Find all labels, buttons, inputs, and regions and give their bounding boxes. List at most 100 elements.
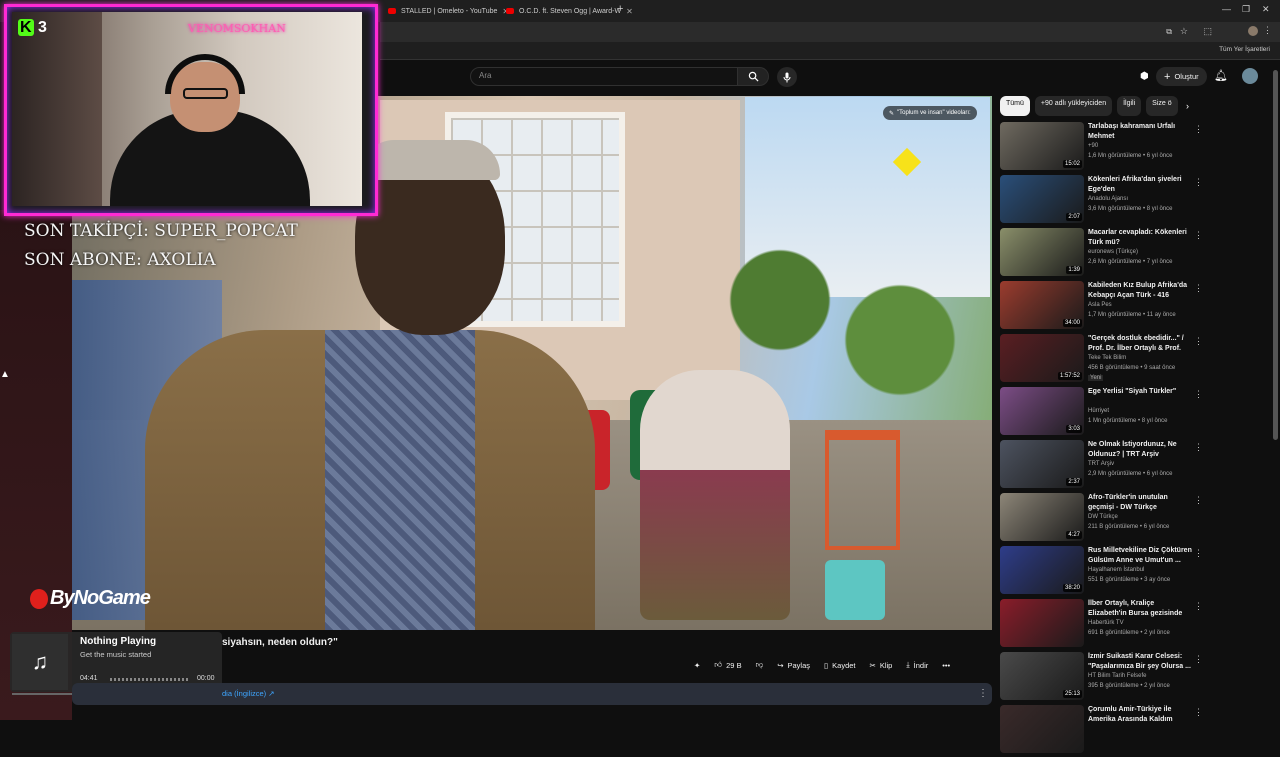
- video-thumbnail[interactable]: 2:07: [1000, 175, 1084, 223]
- save-button[interactable]: ▯ Kaydet: [820, 661, 860, 670]
- recommendation-title[interactable]: Rus Milletvekiline Diz Çöktüren Gülsüm A…: [1088, 546, 1192, 566]
- recommendation-title[interactable]: Macarlar cevapladı: Kökenleri Türk mü?: [1088, 228, 1192, 248]
- share-button[interactable]: ↪ Paylaş: [773, 661, 814, 670]
- cast-icon[interactable]: ⬢: [1140, 71, 1149, 82]
- voice-search-button[interactable]: [777, 67, 797, 87]
- maximize-icon[interactable]: ❐: [1242, 4, 1250, 15]
- recommendation-item[interactable]: 2:07 Kökenleri Afrika'dan şiveleri Ege'de…: [1000, 175, 1203, 227]
- video-thumbnail[interactable]: 25:13: [1000, 652, 1084, 700]
- more-options-icon[interactable]: ⋮: [1194, 336, 1203, 347]
- recommendation-item[interactable]: 38:20 Rus Milletvekiline Diz Çöktüren Gül…: [1000, 546, 1203, 598]
- recommendation-item[interactable]: Çorumlu Amir-Türkiye ile Amerika Arasınd…: [1000, 705, 1203, 757]
- search-button[interactable]: [737, 67, 769, 86]
- recommendation-channel[interactable]: TRT Arşiv: [1088, 461, 1114, 467]
- recommendation-title[interactable]: Tarlabaşı kahramanı Urfalı Mehmet: [1088, 122, 1192, 142]
- recommendation-item[interactable]: 34:00 Kabileden Kız Bulup Afrika'da Kebap…: [1000, 281, 1203, 333]
- recommendation-item[interactable]: 1:57:52 "Gerçek dostluk ebedidir..." / Pr…: [1000, 334, 1203, 386]
- video-description[interactable]: [72, 683, 992, 705]
- recommendation-item[interactable]: 4:27 Afro-Türkler'in unutulan geçmişi - D…: [1000, 493, 1203, 545]
- video-thumbnail[interactable]: 34:00: [1000, 281, 1084, 329]
- video-thumbnail[interactable]: 15:02: [1000, 122, 1084, 170]
- more-options-icon[interactable]: ⋮: [1194, 230, 1203, 241]
- video-title: siyahsın, neden oldun?": [222, 637, 338, 648]
- recommendation-channel[interactable]: Hayalhanem İstanbul: [1088, 567, 1144, 573]
- more-options-icon[interactable]: ⋮: [1194, 442, 1203, 453]
- last-subscriber: SON ABONE: AXOLIA: [24, 250, 216, 270]
- like-button[interactable]: 👍︎ 29 B: [710, 660, 745, 670]
- recommendation-channel[interactable]: euronews (Türkçe): [1088, 249, 1138, 255]
- ai-icon[interactable]: ✦: [690, 661, 704, 670]
- recommendation-item[interactable]: 1:39 Macarlar cevapladı: Kökenleri Türk m…: [1000, 228, 1203, 280]
- account-avatar[interactable]: [1242, 68, 1258, 84]
- chevron-right-icon[interactable]: ›: [1186, 101, 1189, 111]
- video-thumbnail[interactable]: 1:57:52: [1000, 334, 1084, 382]
- close-window-icon[interactable]: ✕: [1262, 4, 1270, 15]
- chip-for-you[interactable]: Size ö: [1146, 96, 1178, 116]
- browser-tab[interactable]: STALLED | Omeleto - YouTube ✕: [380, 2, 517, 20]
- chip-all[interactable]: Tümü: [1000, 96, 1030, 116]
- recommendation-item[interactable]: 3:03 Ege Yerlisi "Siyah Türkler" Hürriyet 1…: [1000, 387, 1203, 439]
- notifications-icon[interactable]: 🔔︎: [1214, 69, 1228, 82]
- more-options-icon[interactable]: ⋮: [1194, 495, 1203, 506]
- more-actions-icon[interactable]: •••: [938, 661, 954, 670]
- description-link[interactable]: dia (İngilizce) ↗: [222, 689, 275, 698]
- recommendation-item[interactable]: İlber Ortaylı, Kraliçe Elizabeth'in Burs…: [1000, 599, 1203, 651]
- recommendation-item[interactable]: 15:02 Tarlabaşı kahramanı Urfalı Mehmet +9…: [1000, 122, 1203, 174]
- recommendation-item[interactable]: 2:37 Ne Olmak İstiyordunuz, Ne Oldunuz? |…: [1000, 440, 1203, 492]
- search-input[interactable]: Ara: [470, 67, 738, 86]
- video-thumbnail[interactable]: 38:20: [1000, 546, 1084, 594]
- dislike-button[interactable]: 👎︎: [752, 660, 768, 670]
- video-thumbnail[interactable]: 2:37: [1000, 440, 1084, 488]
- new-badge: Yeni: [1088, 375, 1104, 381]
- recommendation-title[interactable]: Afro-Türkler'in unutulan geçmişi - DW Tü…: [1088, 493, 1192, 513]
- more-options-icon[interactable]: ⋮: [1194, 177, 1203, 188]
- video-thumbnail[interactable]: 4:27: [1000, 493, 1084, 541]
- recommendation-title[interactable]: Ege Yerlisi "Siyah Türkler": [1088, 387, 1192, 397]
- more-options-icon[interactable]: ⋮: [1194, 124, 1203, 135]
- cast-icon[interactable]: ⧉: [1166, 27, 1172, 37]
- minimize-icon[interactable]: —: [1222, 4, 1231, 14]
- create-button[interactable]: + Oluştur: [1156, 67, 1207, 86]
- description-more-icon[interactable]: ⋮: [978, 688, 988, 699]
- extensions-icon[interactable]: ⬚: [1203, 26, 1212, 37]
- recommendation-title[interactable]: İzmir Suikasti Karar Celsesi: "Paşalarım…: [1088, 652, 1192, 672]
- recommendation-title[interactable]: Çorumlu Amir-Türkiye ile Amerika Arasınd…: [1088, 705, 1192, 725]
- recommendation-title[interactable]: Kabileden Kız Bulup Afrika'da Kebapçı Aç…: [1088, 281, 1192, 301]
- star-icon[interactable]: ☆: [1180, 26, 1188, 37]
- video-thumbnail[interactable]: 1:39: [1000, 228, 1084, 276]
- recommendation-title[interactable]: İlber Ortaylı, Kraliçe Elizabeth'in Burs…: [1088, 599, 1192, 619]
- download-button[interactable]: ⤓ İndir: [902, 660, 932, 670]
- recommendation-channel[interactable]: +90: [1088, 143, 1098, 149]
- video-thumbnail[interactable]: 3:03: [1000, 387, 1084, 435]
- video-thumbnail[interactable]: [1000, 705, 1084, 753]
- video-info-chip[interactable]: ✎ "Toplum ve insan" videoları:: [883, 106, 977, 120]
- address-bar[interactable]: ⧉ ☆ ⬚ ⋮: [380, 22, 1280, 42]
- recommendation-channel[interactable]: HT Bilim Tarih Felsefe: [1088, 673, 1146, 679]
- recommendation-channel[interactable]: DW Türkçe: [1088, 514, 1118, 520]
- recommendation-item[interactable]: 25:13 İzmir Suikasti Karar Celsesi: "Paşa…: [1000, 652, 1203, 704]
- recommendation-title[interactable]: Kökenleri Afrika'dan şiveleri Ege'den: [1088, 175, 1192, 195]
- recommendation-title[interactable]: Ne Olmak İstiyordunuz, Ne Oldunuz? | TRT…: [1088, 440, 1192, 460]
- recommendation-channel[interactable]: Habertürk TV: [1088, 620, 1124, 626]
- more-options-icon[interactable]: ⋮: [1194, 707, 1203, 718]
- new-tab-button[interactable]: +: [617, 3, 623, 15]
- all-bookmarks[interactable]: Tüm Yer İşaretleri: [1219, 46, 1270, 53]
- recommendation-title[interactable]: "Gerçek dostluk ebedidir..." / Prof. Dr.…: [1088, 334, 1192, 354]
- recommendation-channel[interactable]: Teke Tek Bilim: [1088, 355, 1126, 361]
- chip-uploader[interactable]: +90 adlı yükleyiciden: [1034, 96, 1113, 116]
- video-thumbnail[interactable]: [1000, 599, 1084, 647]
- close-icon[interactable]: ✕: [626, 7, 633, 16]
- recommendation-channel[interactable]: Anadolu Ajansı: [1088, 196, 1128, 202]
- more-options-icon[interactable]: ⋮: [1194, 548, 1203, 559]
- more-options-icon[interactable]: ⋮: [1194, 283, 1203, 294]
- scrollbar[interactable]: [1273, 70, 1278, 440]
- menu-icon[interactable]: ⋮: [1263, 25, 1272, 36]
- more-options-icon[interactable]: ⋮: [1194, 601, 1203, 612]
- clip-button[interactable]: ✂ Klip: [866, 661, 897, 670]
- more-options-icon[interactable]: ⋮: [1194, 654, 1203, 665]
- recommendation-channel[interactable]: Hürriyet: [1088, 408, 1109, 414]
- more-options-icon[interactable]: ⋮: [1194, 389, 1203, 400]
- profile-avatar[interactable]: [1248, 26, 1258, 36]
- chip-related[interactable]: İlgili: [1117, 96, 1142, 116]
- recommendation-channel[interactable]: Asla Pes: [1088, 302, 1112, 308]
